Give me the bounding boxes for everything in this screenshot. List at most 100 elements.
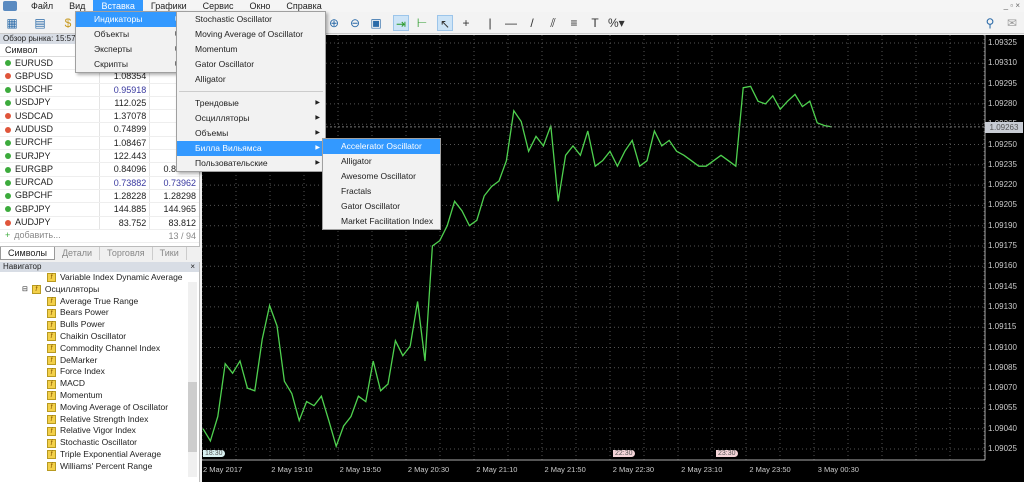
horizontal-line-icon[interactable]: — <box>503 15 519 31</box>
symbol-name: AUDJPY <box>15 217 51 228</box>
symbol-name: GBPCHF <box>15 190 53 201</box>
tab-ticks[interactable]: Тики <box>153 247 187 260</box>
menu-item[interactable]: Alligator <box>323 154 440 169</box>
symbol-row[interactable]: EURCHF 1.08467 <box>0 136 199 151</box>
symbol-row[interactable]: AUDJPY 83.752 83.812 <box>0 216 199 230</box>
x-tick-label: 2 May 19:50 <box>339 465 381 474</box>
menu-item[interactable]: Accelerator Oscillator <box>323 139 440 154</box>
menu-item[interactable]: Market Facilitation Index <box>323 214 440 229</box>
bid-price: 144.885 <box>99 203 149 216</box>
menu-item-experts[interactable]: Эксперты▶ <box>76 42 185 57</box>
navigator-item[interactable]: f Force Index <box>0 366 199 378</box>
profiles-icon[interactable]: ▤ <box>32 15 48 31</box>
navigator-item[interactable]: f Commodity Channel Index <box>0 343 199 355</box>
navigator-item[interactable]: f DeMarker <box>0 355 199 367</box>
vertical-line-icon[interactable]: | <box>482 15 498 31</box>
navigator-item[interactable]: f Williams' Percent Range <box>0 461 199 473</box>
navigator-item[interactable]: f MACD <box>0 378 199 390</box>
symbol-row[interactable]: AUDUSD 0.74899 <box>0 123 199 137</box>
add-symbol-row[interactable]: + добавить... 13 / 94 <box>0 229 199 244</box>
symbol-row[interactable]: USDCAD 1.37078 <box>0 110 199 124</box>
menu-item[interactable]: Пользовательские ▶ <box>177 156 325 171</box>
symbol-row[interactable]: EURGBP0.840960.84126 <box>0 163 199 177</box>
text-label-icon[interactable]: T <box>587 15 603 31</box>
collapse-icon[interactable]: ⊟ <box>22 284 28 296</box>
menu-item-objects[interactable]: Объекты▶ <box>76 27 185 42</box>
new-chart-icon[interactable]: ▦ <box>4 15 20 31</box>
zoom-out-icon[interactable]: ⊖ <box>347 15 363 31</box>
menu-file[interactable]: Файл <box>23 0 61 12</box>
indicator-icon: f <box>47 403 56 413</box>
current-price-label: 1.09263 <box>985 121 1023 133</box>
indicator-icon: f <box>47 379 56 389</box>
symbol-row[interactable]: EURCAD 0.73882 0.73962 <box>0 176 199 190</box>
navigator-scrollbar[interactable] <box>188 282 197 477</box>
menu-item-scripts[interactable]: Скрипты▶ <box>76 57 185 72</box>
autoscroll-icon[interactable]: ⇥ <box>393 15 409 31</box>
navigator-item[interactable]: f Stochastic Oscillator <box>0 437 199 449</box>
y-tick-label: 1.09310 <box>988 58 1017 68</box>
folder-icon: f <box>31 285 41 295</box>
menu-item[interactable]: Alligator <box>177 72 325 87</box>
search-icon[interactable]: ⚲ <box>982 15 998 31</box>
navigator-item[interactable]: f Variable Index Dynamic Average <box>0 272 199 284</box>
arrows-icon[interactable]: %▾ <box>608 15 625 31</box>
navigator-item[interactable]: f Bears Power <box>0 307 199 319</box>
menu-item[interactable]: Fractals <box>323 184 440 199</box>
session-marker: 22:30 <box>613 450 635 457</box>
arrow-up-icon <box>5 193 11 200</box>
crosshair-icon[interactable]: + <box>458 15 474 31</box>
market-icon[interactable]: $ <box>60 15 76 31</box>
symbol-row[interactable]: GBPCHF 1.28228 1.28298 <box>0 189 199 204</box>
add-symbol-link[interactable]: добавить... <box>14 229 60 242</box>
cursor-icon[interactable]: ↖ <box>437 15 453 31</box>
window-controls[interactable]: _ ▫ × <box>980 1 1020 11</box>
navigator-item[interactable]: f Chaikin Oscillator <box>0 331 199 343</box>
navigator-item[interactable]: f Average True Range <box>0 296 199 308</box>
y-tick-label: 1.09175 <box>988 241 1017 250</box>
ask-price: 1.28298 <box>149 189 199 203</box>
fibonacci-icon[interactable]: ≡ <box>566 15 582 31</box>
menu-item[interactable]: Осцилляторы ▶ <box>177 111 325 126</box>
app-logo-icon <box>3 1 17 11</box>
menu-item[interactable]: Билла Вильямса ▶ <box>177 141 325 156</box>
bid-price: 0.84096 <box>99 163 149 176</box>
trendline-icon[interactable]: / <box>524 15 540 31</box>
chat-icon[interactable]: ✉ <box>1004 15 1020 31</box>
navigator-item[interactable]: f Moving Average of Oscillator <box>0 402 199 414</box>
navigator-item[interactable]: f Momentum <box>0 390 199 402</box>
menu-item[interactable]: Momentum <box>177 42 325 57</box>
chart-shift-icon[interactable]: ⊢ <box>414 15 430 31</box>
navigator-item[interactable]: f Relative Vigor Index <box>0 425 199 437</box>
x-tick-label: 2 May 22:30 <box>612 465 655 474</box>
zoom-in-icon[interactable]: ⊕ <box>326 15 342 31</box>
menu-item[interactable]: Gator Oscillator <box>177 57 325 72</box>
ask-price: 144.965 <box>149 203 199 216</box>
menu-item-indicators[interactable]: Индикаторы▶ <box>76 12 185 27</box>
symbol-row[interactable]: GBPJPY 144.885 144.965 <box>0 203 199 217</box>
menu-item[interactable]: Awesome Oscillator <box>323 169 440 184</box>
tab-symbols[interactable]: Символы <box>0 247 55 260</box>
equidistant-channel-icon[interactable]: ⫽ <box>545 15 561 31</box>
symbol-row[interactable]: USDCHF 0.95918 <box>0 83 199 97</box>
menu-item[interactable]: Moving Average of Oscillator <box>177 27 325 42</box>
close-icon[interactable]: × <box>190 262 195 272</box>
menu-item[interactable]: Stochastic Oscillator <box>177 12 325 27</box>
navigator-item[interactable]: f Relative Strength Index <box>0 414 199 426</box>
navigator-item[interactable]: f Triple Exponential Average <box>0 449 199 461</box>
symbol-count: 13 / 94 <box>168 230 196 241</box>
navigator-item[interactable]: f Bulls Power <box>0 319 199 331</box>
menu-item[interactable]: Gator Oscillator <box>323 199 440 214</box>
tab-details[interactable]: Детали <box>55 247 101 260</box>
tab-trading[interactable]: Торговля <box>100 247 153 260</box>
menu-item[interactable]: Объемы ▶ <box>177 126 325 141</box>
bid-price: 0.73882 <box>99 176 149 189</box>
y-tick-label: 1.09025 <box>988 444 1017 453</box>
symbol-row[interactable]: EURJPY 122.443 <box>0 150 199 164</box>
navigator-folder-oscillators[interactable]: ⊟ f Осцилляторы <box>0 284 199 296</box>
y-tick-label: 1.09100 <box>988 342 1017 352</box>
menu-item[interactable]: Трендовые ▶ <box>177 96 325 111</box>
tile-windows-icon[interactable]: ▣ <box>368 15 384 31</box>
symbol-row[interactable]: USDJPY 112.025 <box>0 96 199 111</box>
x-tick-label: 2 May 21:10 <box>476 465 518 474</box>
